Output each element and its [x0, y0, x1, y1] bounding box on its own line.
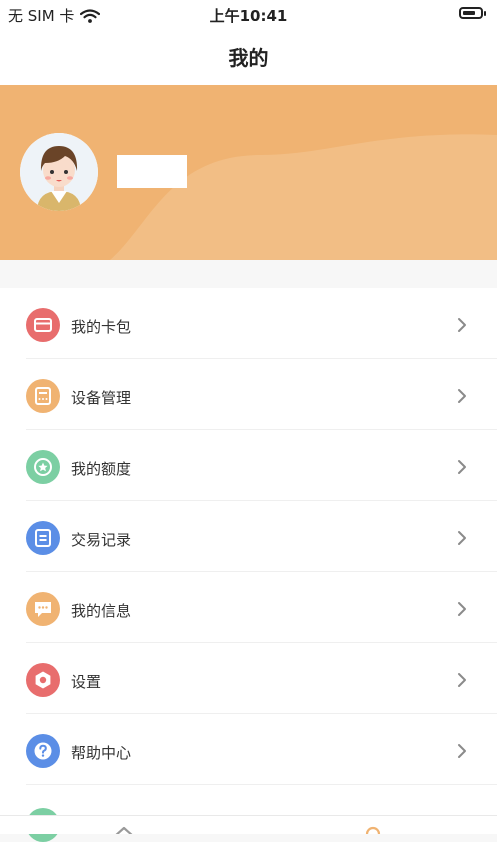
settings-icon	[26, 663, 60, 697]
record-icon	[26, 521, 60, 555]
menu-item-transaction-records[interactable]: 交易记录	[0, 501, 497, 572]
chevron-right-icon	[458, 673, 466, 687]
menu-item-device-management[interactable]: 设备管理	[0, 359, 497, 430]
nav-bar: 我的	[0, 30, 497, 85]
chevron-right-icon	[458, 602, 466, 616]
menu-item-help-center[interactable]: 帮助中心	[0, 714, 497, 785]
chevron-right-icon	[458, 531, 466, 545]
menu-item-label: 帮助中心	[71, 744, 132, 762]
chevron-right-icon	[458, 318, 466, 332]
card-icon	[26, 308, 60, 342]
menu-item-label: 我的信息	[71, 602, 132, 620]
menu-item-label: 交易记录	[71, 531, 132, 549]
menu-item-my-messages[interactable]: 我的信息	[0, 572, 497, 643]
help-icon	[26, 734, 60, 768]
menu-item-label: 我的额度	[71, 460, 132, 478]
menu-list: 我的卡包 设备管理 我的额度 交易记录 我的信息 设置 帮助中心	[0, 288, 497, 842]
tab-bar	[0, 815, 497, 834]
battery-icon	[459, 7, 486, 19]
chevron-right-icon	[458, 460, 466, 474]
user-name-placeholder	[117, 155, 187, 188]
message-icon	[26, 592, 60, 626]
device-icon	[26, 379, 60, 413]
profile-header	[0, 85, 497, 260]
menu-item-settings[interactable]: 设置	[0, 643, 497, 714]
menu-item-card-wallet[interactable]: 我的卡包	[0, 288, 497, 359]
status-time: 上午10:41	[209, 7, 288, 25]
status-bar: 无 SIM 卡 上午10:41	[0, 0, 497, 30]
menu-item-label: 设备管理	[71, 389, 132, 407]
menu-item-label: 我的卡包	[71, 318, 132, 336]
menu-item-label: 设置	[71, 673, 102, 691]
menu-item-my-quota[interactable]: 我的额度	[0, 430, 497, 501]
page-title: 我的	[228, 46, 269, 70]
star-icon	[26, 450, 60, 484]
chevron-right-icon	[458, 389, 466, 403]
avatar-illustration	[20, 133, 98, 211]
chevron-right-icon	[458, 744, 466, 758]
avatar[interactable]	[20, 133, 98, 211]
